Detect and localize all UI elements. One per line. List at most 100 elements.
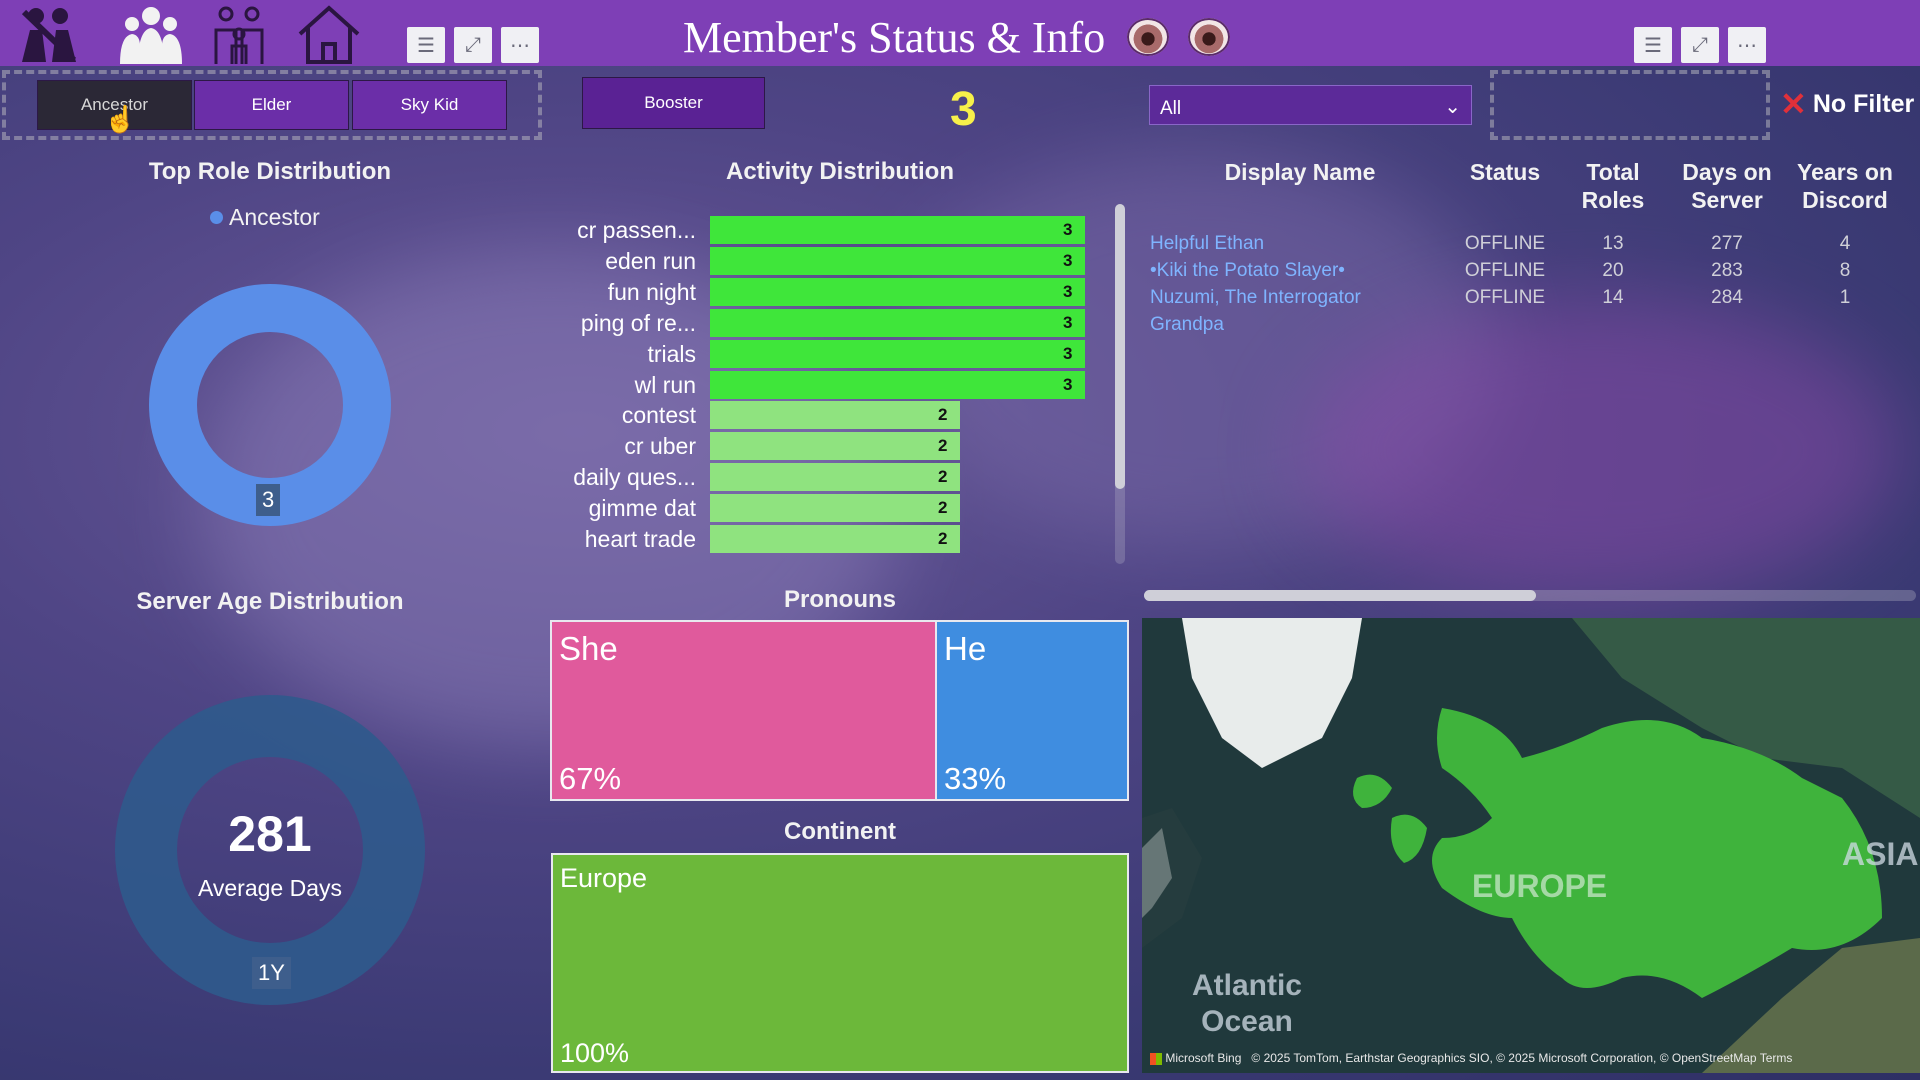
people-crossed-icon[interactable] <box>16 4 82 66</box>
activity-value-label: 3 <box>1063 281 1073 301</box>
activity-value-label: 3 <box>1063 343 1073 363</box>
member-name-link[interactable]: •Kiki the Potato Slayer• <box>1150 257 1450 284</box>
map-copyright[interactable]: © 2025 TomTom, Earthstar Geographics SIO… <box>1251 1051 1792 1065</box>
group-icon[interactable] <box>118 4 184 66</box>
activity-bar[interactable] <box>710 308 1085 337</box>
member-count: 3 <box>950 83 977 136</box>
map-visual[interactable]: EUROPE ASIA Atlantic Ocean Microsoft Bin… <box>1142 618 1920 1073</box>
activity-category-label: contest <box>621 402 696 429</box>
close-icon: ✕ <box>1780 86 1807 122</box>
donut-value-label: 3 <box>256 484 281 516</box>
activity-bar[interactable] <box>710 246 1085 275</box>
tile-label: He <box>944 630 987 667</box>
filter-icon[interactable]: ☰ <box>407 27 445 63</box>
table-cell-status: OFFLINE <box>1464 233 1546 254</box>
home-icon[interactable] <box>296 4 362 66</box>
tile-label: She <box>559 630 618 667</box>
activity-bar[interactable] <box>710 277 1085 306</box>
table-cell-status: OFFLINE <box>1464 287 1546 308</box>
pronoun-tile-she[interactable]: She 67% <box>550 620 937 801</box>
table-cell-roles: 14 <box>1602 287 1624 308</box>
activity-bar[interactable] <box>710 216 1085 244</box>
member-name-link[interactable]: Grandpa <box>1150 311 1450 338</box>
column-header-total-roles[interactable]: Total Roles <box>1565 158 1661 214</box>
expand-icon[interactable]: ⤢ <box>1681 27 1719 63</box>
continent-tile-europe[interactable]: Europe 100% <box>551 853 1129 1073</box>
more-icon[interactable]: ⋯ <box>501 27 539 63</box>
member-name-link[interactable]: Nuzumi, The Interrogator <box>1150 284 1450 311</box>
activity-bar-row[interactable]: cr passen... 3 <box>560 216 1100 244</box>
activity-value-label: 3 <box>1063 374 1073 394</box>
activity-bar[interactable] <box>710 494 960 523</box>
column-header-days-on-server[interactable]: Days on Server <box>1667 158 1787 214</box>
activity-value-label: 2 <box>938 467 948 487</box>
activity-bar[interactable] <box>710 401 960 430</box>
activity-value-label: 3 <box>1063 250 1073 270</box>
activity-category-label: wl run <box>634 371 696 398</box>
activity-bar-row[interactable]: heart trade 2 <box>560 525 1100 553</box>
family-icon[interactable] <box>206 4 272 66</box>
eye-icon <box>1188 18 1230 56</box>
filter-dropdown[interactable]: All ⌄ <box>1149 85 1472 125</box>
activity-bar[interactable] <box>710 370 1085 399</box>
tile-label: Europe <box>560 863 648 893</box>
column-header-status[interactable]: Status <box>1455 158 1555 186</box>
activity-bar-row[interactable]: trials 3 <box>560 339 1100 368</box>
activity-bar[interactable] <box>710 339 1085 368</box>
member-name-link[interactable]: Helpful Ethan <box>1150 230 1450 257</box>
donut-value-label: 1Y <box>252 957 291 989</box>
activity-category-label: trials <box>647 340 696 367</box>
table-scrollbar[interactable] <box>1144 590 1916 601</box>
booster-button[interactable]: Booster <box>582 77 765 129</box>
activity-bar-row[interactable]: daily ques... 2 <box>560 463 1100 492</box>
top-bar: ☰ ⤢ ⋯ Member's Status & Info ☰ ⤢ ⋯ <box>0 0 1920 66</box>
activity-bar-row[interactable]: fun night 3 <box>560 277 1100 306</box>
map-label-europe: EUROPE <box>1472 868 1608 904</box>
activity-value-label: 2 <box>938 405 948 425</box>
eye-icon <box>1127 18 1169 56</box>
activity-bar[interactable] <box>710 463 960 492</box>
pronoun-tile-he[interactable]: He 33% <box>935 620 1129 801</box>
tile-percent: 33% <box>944 761 1007 796</box>
column-header-display-name[interactable]: Display Name <box>1150 158 1450 186</box>
activity-category-label: fun night <box>607 278 696 305</box>
scrollbar-thumb[interactable] <box>1144 590 1536 601</box>
table-cell-status: OFFLINE <box>1464 260 1546 281</box>
activity-bar-row[interactable]: contest 2 <box>560 401 1100 430</box>
column-header-years-on-discord[interactable]: Years on Discord <box>1790 158 1900 214</box>
map-label-asia: ASIA <box>1842 836 1919 872</box>
clear-filter-button[interactable]: ✕ No Filter <box>1780 88 1914 120</box>
more-icon[interactable]: ⋯ <box>1728 27 1766 63</box>
activity-value-label: 2 <box>938 498 948 518</box>
page-title: Member's Status & Info <box>683 13 1106 62</box>
activity-bar-row[interactable]: ping of re... 3 <box>560 308 1100 337</box>
top-role-legend: Ancestor <box>210 204 320 231</box>
activity-bar[interactable] <box>710 432 960 461</box>
tile-percent: 100% <box>560 1038 630 1068</box>
tile-percent: 67% <box>559 761 622 796</box>
activity-category-label: daily ques... <box>573 464 696 491</box>
map-provider: Microsoft Bing <box>1165 1051 1242 1065</box>
bing-logo-icon <box>1150 1052 1162 1065</box>
activity-title: Activity Distribution <box>725 158 954 185</box>
background-glow <box>1300 300 1900 600</box>
scrollbar-thumb[interactable] <box>1115 204 1125 489</box>
continent-title: Continent <box>784 818 896 845</box>
map-label-atlantic-ocean: Atlantic Ocean <box>1191 969 1302 1038</box>
activity-category-label: heart trade <box>584 526 696 552</box>
activity-bar-row[interactable]: cr uber 2 <box>560 432 1100 461</box>
activity-bar-row[interactable]: eden run 3 <box>560 246 1100 275</box>
dropdown-value: All <box>1160 98 1182 119</box>
table-cell-days: 277 <box>1711 233 1743 254</box>
expand-icon[interactable]: ⤢ <box>454 27 492 63</box>
filter-icon[interactable]: ☰ <box>1634 27 1672 63</box>
activity-scrollbar[interactable] <box>1115 204 1125 564</box>
pronouns-title: Pronouns <box>784 586 896 613</box>
average-days-caption: Average Days <box>197 875 343 901</box>
role-button-elder[interactable]: Elder <box>194 80 349 130</box>
activity-category-label: eden run <box>605 247 696 274</box>
role-button-sky-kid[interactable]: Sky Kid <box>352 80 507 130</box>
activity-bar-row[interactable]: wl run 3 <box>560 370 1100 399</box>
activity-bar[interactable] <box>710 525 960 553</box>
activity-bar-row[interactable]: gimme dat 2 <box>560 494 1100 523</box>
